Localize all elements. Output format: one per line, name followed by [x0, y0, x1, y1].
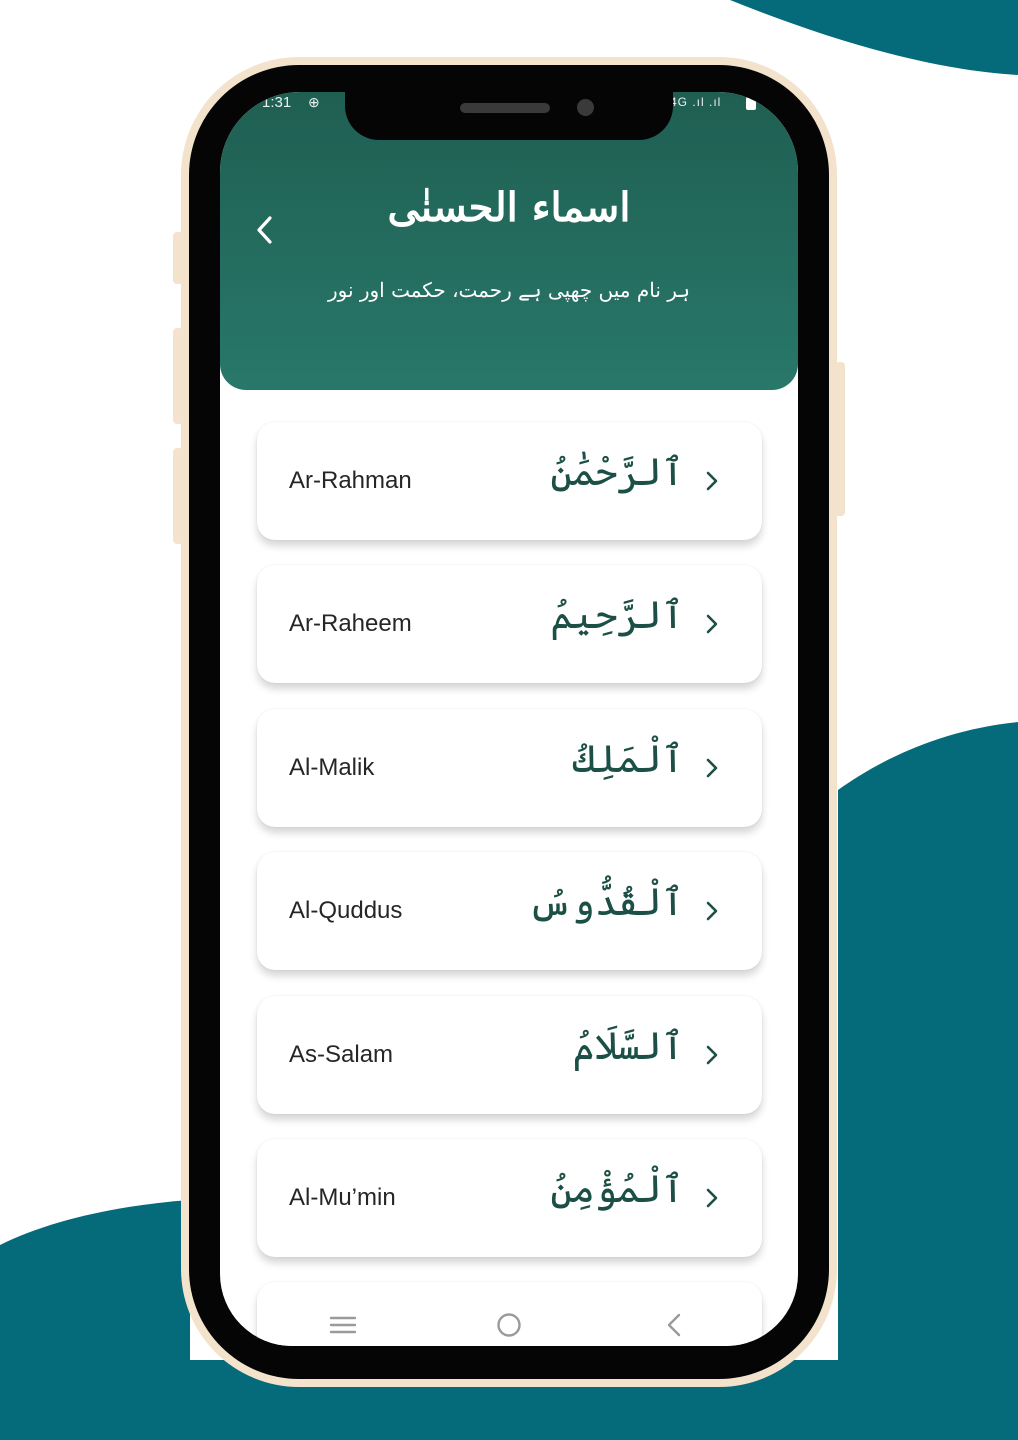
menu-icon[interactable] — [328, 1312, 358, 1338]
chevron-right-icon — [706, 901, 718, 921]
chevron-right-icon — [706, 1045, 718, 1065]
name-card[interactable]: Ar-Raheem ٱلرَّحِيمُ — [257, 565, 762, 683]
chevron-right-icon — [706, 1188, 718, 1208]
name-arabic: ٱلسَّلَامُ — [572, 1024, 684, 1068]
name-arabic: ٱلْمُؤْمِنُ — [550, 1167, 684, 1211]
chevron-right-icon — [706, 614, 718, 634]
name-card[interactable]: Al-Malik ٱلْمَلِكُ — [257, 709, 762, 827]
battery-icon — [746, 97, 756, 110]
name-arabic: ٱلرَّحِيمُ — [550, 593, 684, 637]
status-time: 1:31 — [262, 94, 292, 111]
name-card[interactable]: As-Salam ٱلسَّلَامُ — [257, 996, 762, 1114]
speaker-grill — [460, 103, 550, 113]
system-nav-bar — [220, 1312, 798, 1346]
name-english: Al-Malik — [289, 754, 375, 781]
circle-home-icon[interactable] — [494, 1312, 524, 1338]
name-arabic: ٱلْقُدُّوسُ — [528, 880, 684, 924]
name-arabic: ٱلرَّحْمَٰنُ — [550, 450, 684, 494]
phone-screen: 1:31 ⊕ 4G .ıl .ıl اسماء الحسنٰی ہر نام م… — [220, 92, 798, 1346]
name-card[interactable]: Ar-Rahman ٱلرَّحْمَٰنُ — [257, 422, 762, 540]
signal-indicator: 4G .ıl .ıl — [670, 95, 722, 109]
nav-back-icon[interactable] — [660, 1312, 690, 1338]
page-title: اسماء الحسنٰی — [387, 184, 631, 231]
name-english: Ar-Rahman — [289, 467, 412, 494]
front-camera — [577, 99, 594, 116]
name-english: As-Salam — [289, 1041, 394, 1068]
name-english: Ar-Raheem — [289, 610, 412, 637]
globe-icon: ⊕ — [308, 94, 320, 110]
phone-side-button — [173, 448, 183, 544]
name-english: Al-Mu’min — [289, 1184, 396, 1211]
name-english: Al-Quddus — [289, 897, 403, 924]
chevron-right-icon — [706, 471, 718, 491]
name-arabic: ٱلْمَلِكُ — [572, 737, 684, 781]
phone-notch — [345, 92, 673, 140]
right-blob — [838, 722, 1018, 1440]
phone-power-button — [835, 362, 845, 516]
name-card[interactable]: Al-Quddus ٱلْقُدُّوسُ — [257, 852, 762, 970]
name-card[interactable]: Al-Mu’min ٱلْمُؤْمِنُ — [257, 1139, 762, 1257]
page-subtitle: ہر نام میں چھپی ہے رحمت، حکمت اور نور — [327, 278, 691, 302]
phone-side-button — [173, 328, 183, 424]
top-right-blob — [730, 0, 1018, 75]
chevron-right-icon — [706, 758, 718, 778]
phone-side-button — [173, 232, 183, 284]
